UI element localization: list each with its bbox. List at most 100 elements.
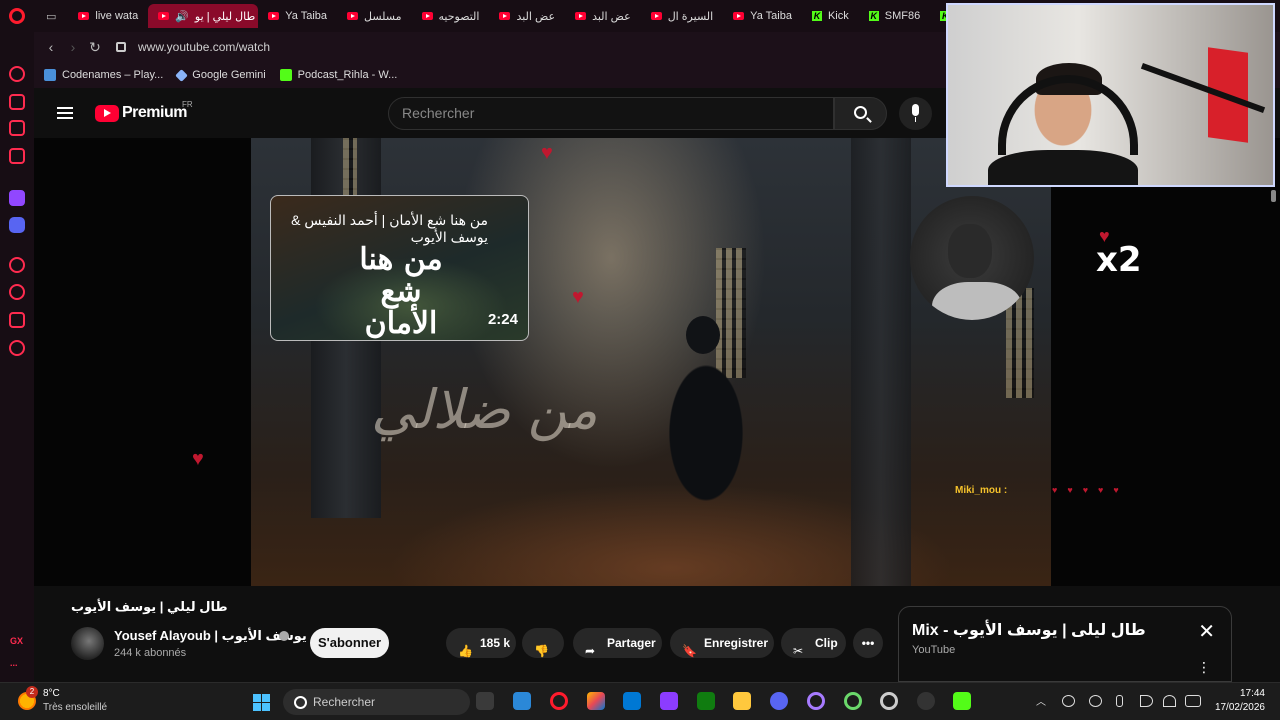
channel-name[interactable]: Yousef Alayoub | يوسف الأيوب: [114, 628, 307, 644]
tab-label: عض البد: [592, 10, 631, 23]
gx-corner-icon[interactable]: [9, 148, 25, 164]
like-button[interactable]: 👍 185 k: [446, 628, 516, 658]
volume-icon[interactable]: [1140, 695, 1153, 707]
url-field[interactable]: www.youtube.com/watch: [138, 40, 270, 54]
cloud-icon[interactable]: [1062, 695, 1075, 707]
thumbs-down-icon: 👎: [534, 644, 549, 658]
browser-tab-active[interactable]: 🔊 طال ليلي | يو: [148, 4, 259, 28]
discord-icon[interactable]: [770, 692, 788, 710]
tab-label: Kick: [827, 10, 849, 22]
browser-tab[interactable]: K SMF86: [859, 4, 930, 28]
browser-tab[interactable]: K Kick: [802, 4, 859, 28]
sidebar-more-icon[interactable]: ...: [10, 658, 18, 668]
app-icon[interactable]: [660, 692, 678, 710]
opera-logo-icon[interactable]: [0, 0, 34, 32]
gx-control-icon[interactable]: [9, 94, 25, 110]
menu-icon[interactable]: [57, 107, 73, 119]
share-button[interactable]: ➦ Partager: [573, 628, 662, 658]
kick-app-icon[interactable]: [953, 692, 971, 710]
twitch-icon[interactable]: [9, 190, 25, 206]
extensions-icon[interactable]: [9, 312, 25, 328]
wifi-icon[interactable]: [1163, 695, 1176, 707]
tab-label: مسلسل: [364, 10, 402, 23]
browser-tab[interactable]: Ya Taiba: [258, 4, 337, 28]
bookmark-gemini[interactable]: Google Gemini: [175, 68, 266, 82]
upnext-duration: 2:24: [487, 311, 518, 328]
bookmark-label: Codenames – Play...: [62, 69, 164, 81]
discord-icon[interactable]: [9, 217, 25, 233]
bookmark-podcast[interactable]: Podcast_Rihla - W...: [279, 69, 398, 81]
gx-cleaner-icon[interactable]: [9, 120, 25, 136]
opera-gx-icon[interactable]: [550, 692, 568, 710]
history-icon[interactable]: [9, 284, 25, 300]
opera-alt-icon[interactable]: [880, 692, 898, 710]
browser-tab[interactable]: live wata: [68, 4, 148, 28]
xbox-icon[interactable]: [697, 692, 715, 710]
browser-tab[interactable]: مسلسل: [337, 4, 412, 28]
browser-tab[interactable]: السيرة ال: [641, 4, 723, 28]
youtube-icon: [575, 12, 587, 20]
weather-description[interactable]: Très ensoleillé: [43, 702, 107, 713]
windows-start-icon[interactable]: [253, 694, 270, 711]
scrollbar[interactable]: [1271, 190, 1276, 202]
chevron-up-icon[interactable]: ︿: [1036, 693, 1049, 708]
kebab-menu-icon[interactable]: ⋮: [1197, 660, 1211, 674]
arabic-overlay-text: من ضلالي: [371, 378, 598, 441]
voice-search-icon[interactable]: [899, 97, 932, 130]
webcam-overlay: [946, 3, 1275, 187]
youtube-logo-icon[interactable]: [95, 105, 119, 122]
youtube-icon: [733, 12, 745, 20]
browser-tab[interactable]: عض البد: [565, 4, 641, 28]
store-icon[interactable]: [623, 692, 641, 710]
speaker-icon[interactable]: 🔊: [175, 10, 189, 23]
copilot-icon[interactable]: [587, 692, 605, 710]
forward-icon[interactable]: ›: [62, 39, 84, 55]
pillar: [851, 138, 911, 586]
region-code: FR: [182, 100, 193, 109]
upnext-card[interactable]: من هنا شع الأمان | أحمد النفيس & يوسف ال…: [270, 195, 529, 341]
player-icon[interactable]: [9, 257, 25, 273]
video-player[interactable]: من ضلالي ♥ ♥ ♥ ♥ من هنا شع الأمان | أحمد…: [34, 138, 1280, 586]
back-icon[interactable]: ‹: [40, 39, 62, 55]
widgets-icon[interactable]: [513, 692, 531, 710]
tab-label: عض البد: [516, 10, 556, 23]
opera-icon[interactable]: [807, 692, 825, 710]
obs-icon[interactable]: [917, 692, 935, 710]
file-explorer-icon[interactable]: [733, 692, 751, 710]
browser-tab[interactable]: التصوحيه: [412, 4, 490, 28]
sync-icon[interactable]: [1089, 695, 1102, 707]
close-icon[interactable]: ✕: [1198, 619, 1215, 644]
channel-avatar[interactable]: [71, 627, 104, 660]
dislike-button[interactable]: 👎: [522, 628, 564, 658]
browser-tab[interactable]: Ya Taiba: [723, 4, 802, 28]
settings-icon[interactable]: [9, 340, 25, 356]
speed-dial-icon[interactable]: [9, 66, 25, 82]
save-button[interactable]: 🔖 Enregistrer: [670, 628, 774, 658]
reload-icon[interactable]: ↻: [84, 39, 106, 56]
search-button[interactable]: [834, 97, 887, 130]
subscribe-button[interactable]: S'abonner: [310, 628, 389, 658]
more-actions-button[interactable]: •••: [853, 628, 883, 658]
tab-label: التصوحيه: [438, 10, 480, 23]
battery-icon[interactable]: [1185, 695, 1201, 707]
chat-username: Miki_mou :: [955, 485, 1008, 496]
browser-tab[interactable]: عض البد: [489, 4, 565, 28]
youtube-premium-wordmark[interactable]: Premium: [122, 104, 187, 122]
bookmark-label: Podcast_Rihla - W...: [297, 69, 398, 81]
bookmark-codenames[interactable]: Codenames – Play...: [44, 69, 163, 81]
lock-icon: [116, 42, 126, 52]
clip-button[interactable]: ✂ Clip: [781, 628, 846, 658]
tab-label: SMF86: [884, 10, 921, 22]
search-input[interactable]: Rechercher: [388, 97, 834, 130]
taskbar-search-input[interactable]: Rechercher: [283, 689, 470, 715]
microphone-icon[interactable]: [1116, 695, 1123, 707]
task-view-icon[interactable]: [476, 692, 494, 710]
weather-temperature[interactable]: 8°C: [43, 688, 60, 699]
clip-label: Clip: [815, 636, 838, 650]
opera-gx-alt-icon[interactable]: [844, 692, 862, 710]
search-icon: [854, 106, 867, 119]
tab-workspaces-icon[interactable]: ▭: [34, 4, 68, 28]
gx-label[interactable]: GX: [10, 636, 23, 646]
clock[interactable]: 17:44 17/02/2026: [1215, 687, 1265, 715]
mix-title[interactable]: Mix - طال ليلى | يوسف الأيوب: [912, 620, 1146, 640]
